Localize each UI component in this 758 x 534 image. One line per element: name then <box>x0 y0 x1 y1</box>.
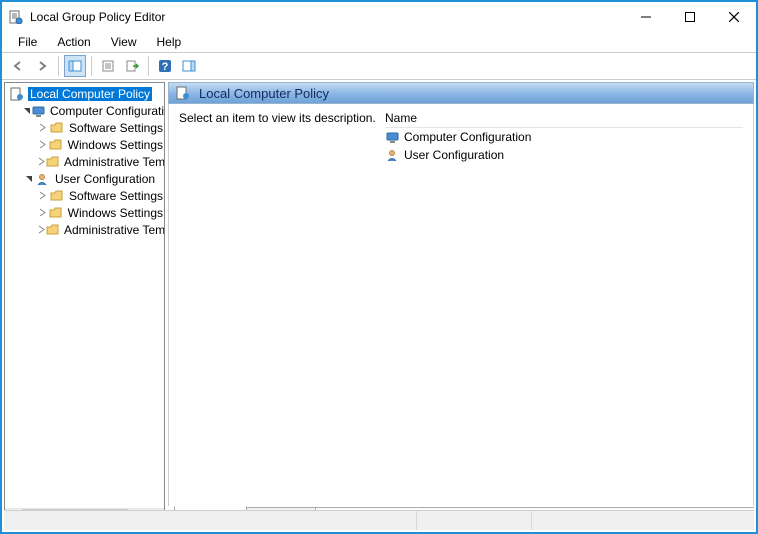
column-header-name[interactable]: Name <box>385 108 743 128</box>
user-icon <box>385 147 401 163</box>
tree-computer-config[interactable]: Computer Configuration <box>5 102 164 119</box>
tree-cc-software[interactable]: Software Settings <box>5 119 164 136</box>
chevron-right-icon[interactable] <box>37 208 48 217</box>
show-hide-action-pane-button[interactable] <box>178 55 200 77</box>
content-area: Local Computer Policy Computer Configura… <box>4 82 754 526</box>
policy-icon <box>175 85 191 101</box>
folder-icon <box>46 154 60 170</box>
chevron-down-icon[interactable] <box>23 106 32 115</box>
tree-cc-windows[interactable]: Windows Settings <box>5 136 164 153</box>
maximize-button[interactable] <box>668 3 712 31</box>
chevron-right-icon[interactable] <box>37 123 49 132</box>
tree-uc-admin[interactable]: Administrative Templates <box>5 221 164 238</box>
tree-uc-windows[interactable]: Windows Settings <box>5 204 164 221</box>
toolbar-separator <box>148 56 149 76</box>
menu-help[interactable]: Help <box>147 33 192 51</box>
window-title: Local Group Policy Editor <box>30 10 624 24</box>
policy-icon <box>9 86 25 102</box>
tree-user-config[interactable]: User Configuration <box>5 170 164 187</box>
list-item-user-config[interactable]: User Configuration <box>385 146 743 164</box>
tree-label: Computer Configuration <box>49 104 164 118</box>
forward-button[interactable] <box>31 55 53 77</box>
tree-uc-software[interactable]: Software Settings <box>5 187 164 204</box>
svg-text:?: ? <box>162 61 169 73</box>
menubar: File Action View Help <box>2 32 756 52</box>
list-item-computer-config[interactable]: Computer Configuration <box>385 128 743 146</box>
folder-icon <box>46 222 60 238</box>
chevron-right-icon[interactable] <box>37 225 46 234</box>
tree-label: Local Computer Policy <box>28 87 152 101</box>
tree-label: User Configuration <box>54 172 156 186</box>
help-button[interactable]: ? <box>154 55 176 77</box>
computer-icon <box>385 129 401 145</box>
chevron-down-icon[interactable] <box>23 174 35 183</box>
menu-file[interactable]: File <box>8 33 47 51</box>
menu-view[interactable]: View <box>101 33 147 51</box>
tree-cc-admin[interactable]: Administrative Templates <box>5 153 164 170</box>
tree-label: Software Settings <box>68 189 164 203</box>
details-header: Local Computer Policy <box>168 82 754 104</box>
export-button[interactable] <box>121 55 143 77</box>
titlebar: Local Group Policy Editor <box>2 2 756 32</box>
minimize-button[interactable] <box>624 3 668 31</box>
list-item-label: User Configuration <box>404 148 504 162</box>
show-hide-tree-button[interactable] <box>64 55 86 77</box>
chevron-right-icon[interactable] <box>37 157 46 166</box>
folder-icon <box>49 188 65 204</box>
folder-icon <box>48 137 63 153</box>
toolbar-separator <box>91 56 92 76</box>
details-body: Select an item to view its description. … <box>168 104 754 506</box>
app-icon <box>8 9 24 25</box>
back-button[interactable] <box>7 55 29 77</box>
tree-label: Windows Settings <box>67 206 164 220</box>
folder-icon <box>49 120 65 136</box>
tree-label: Administrative Templates <box>63 223 164 237</box>
column-header-label: Name <box>385 111 417 125</box>
description-text: Select an item to view its description. <box>179 111 376 125</box>
folder-icon <box>48 205 63 221</box>
toolbar-separator <box>58 56 59 76</box>
details-pane: Local Computer Policy Select an item to … <box>168 82 754 526</box>
menu-action[interactable]: Action <box>47 33 100 51</box>
properties-button[interactable] <box>97 55 119 77</box>
user-icon <box>35 171 51 187</box>
status-bar <box>4 510 754 530</box>
tree-root[interactable]: Local Computer Policy <box>5 85 164 102</box>
chevron-right-icon[interactable] <box>37 191 49 200</box>
tree-label: Windows Settings <box>67 138 164 152</box>
details-header-title: Local Computer Policy <box>199 86 329 101</box>
close-button[interactable] <box>712 3 756 31</box>
chevron-right-icon[interactable] <box>37 140 48 149</box>
description-column: Select an item to view its description. <box>175 108 381 502</box>
policy-tree[interactable]: Local Computer Policy Computer Configura… <box>5 83 164 508</box>
tree-pane: Local Computer Policy Computer Configura… <box>4 82 165 526</box>
toolbar: ? <box>2 52 756 80</box>
list-column: Name Computer Configuration User Configu… <box>381 108 747 502</box>
tree-label: Software Settings <box>68 121 164 135</box>
list-item-label: Computer Configuration <box>404 130 531 144</box>
tree-label: Administrative Templates <box>63 155 164 169</box>
computer-icon <box>32 103 46 119</box>
